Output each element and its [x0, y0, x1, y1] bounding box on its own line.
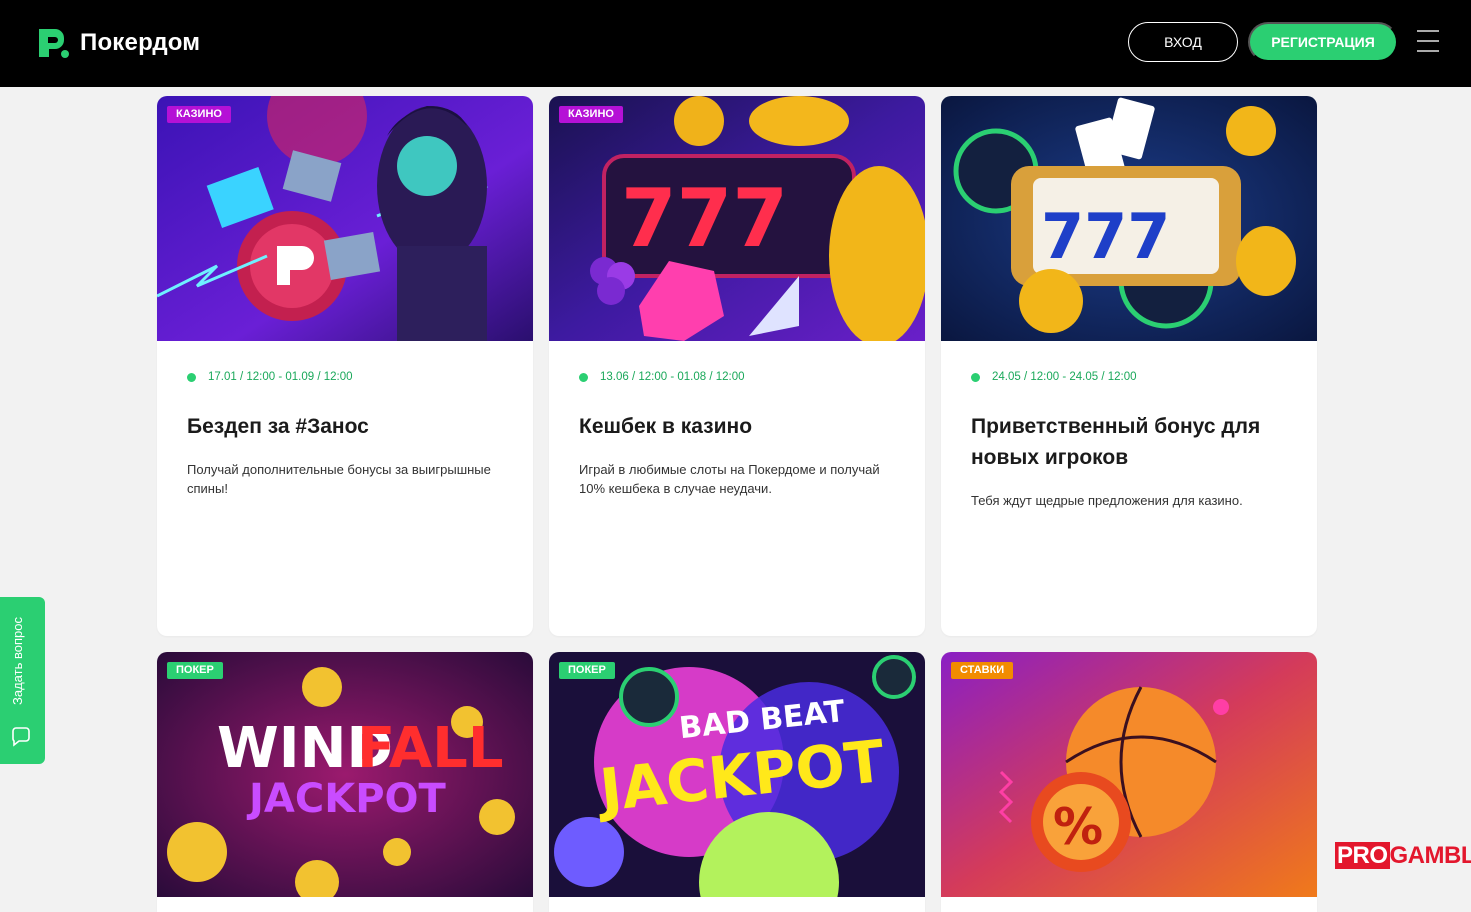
hamburger-menu-icon[interactable]: [1417, 30, 1439, 52]
promo-description: Получай дополнительные бонусы за выигрыш…: [187, 462, 491, 496]
register-button[interactable]: РЕГИСТРАЦИЯ: [1248, 22, 1398, 62]
chat-bubble-icon: [12, 727, 30, 747]
promo-description: Тебя ждут щедрые предложения для казино.: [971, 493, 1243, 508]
watermark-part-gambler: GAMBLER: [1389, 842, 1471, 869]
promo-image: 777 КАЗИНО: [549, 96, 925, 341]
watermark-part-pro: PRO: [1335, 842, 1390, 869]
image-text: JACKPOT: [246, 776, 447, 822]
promo-title[interactable]: Приветственный бонус для новых игроков: [971, 411, 1287, 473]
promo-image: BAD BEAT JACKPOT ПОКЕР: [549, 652, 925, 897]
category-tag: СТАВКИ: [951, 662, 1014, 679]
ask-question-tab[interactable]: Задать вопрос: [0, 597, 45, 764]
category-tag: КАЗИНО: [559, 106, 623, 123]
category-tag: ПОКЕР: [559, 662, 615, 679]
top-header: Покердом ВХОД РЕГИСТРАЦИЯ: [0, 0, 1471, 87]
active-dot-icon: [971, 372, 980, 382]
progambler-watermark: PROGAMBLER: [1335, 842, 1471, 870]
ask-question-label: Задать вопрос: [10, 617, 25, 705]
promo-title[interactable]: Бездеп за #Занос: [187, 411, 503, 442]
promo-date: 24.05 / 12:00 - 24.05 / 12:00: [971, 371, 1287, 383]
promo-date: 17.01 / 12:00 - 01.09 / 12:00: [187, 371, 503, 383]
promo-image: % СТАВКИ: [941, 652, 1317, 897]
date-range: 17.01 / 12:00 - 01.09 / 12:00: [208, 371, 353, 383]
promo-card[interactable]: 777 КАЗИНО 13.06 / 12:00 - 01.08 / 12:00…: [549, 96, 925, 636]
date-range: 24.05 / 12:00 - 24.05 / 12:00: [992, 371, 1137, 383]
promo-title[interactable]: Кешбек в казино: [579, 411, 895, 442]
active-dot-icon: [579, 372, 588, 382]
promo-card[interactable]: WIND FALL JACKPOT ПОКЕР: [157, 652, 533, 912]
promo-card[interactable]: BAD BEAT JACKPOT ПОКЕР: [549, 652, 925, 912]
promo-card[interactable]: КАЗИНО 17.01 / 12:00 - 01.09 / 12:00 Без…: [157, 96, 533, 636]
promo-card[interactable]: 777 24.05 / 12:00 - 24.05 / 12:00 Привет…: [941, 96, 1317, 636]
pokerdom-logo-icon: [39, 29, 69, 58]
image-text: %: [1053, 798, 1103, 856]
svg-text:777: 777: [621, 172, 788, 265]
date-range: 13.06 / 12:00 - 01.08 / 12:00: [600, 371, 745, 383]
promo-image: WIND FALL JACKPOT ПОКЕР: [157, 652, 533, 897]
promo-date: 13.06 / 12:00 - 01.08 / 12:00: [579, 371, 895, 383]
promo-description: Играй в любимые слоты на Покердоме и пол…: [579, 462, 880, 496]
category-tag: КАЗИНО: [167, 106, 231, 123]
svg-text:777: 777: [1041, 200, 1170, 273]
category-tag: ПОКЕР: [167, 662, 223, 679]
login-button[interactable]: ВХОД: [1128, 22, 1238, 62]
promo-image: КАЗИНО: [157, 96, 533, 341]
site-logo[interactable]: Покердом: [36, 27, 200, 59]
promo-image: 777: [941, 96, 1317, 341]
promo-card[interactable]: % СТАВКИ: [941, 652, 1317, 912]
image-text: FALL: [357, 716, 504, 781]
active-dot-icon: [187, 372, 196, 382]
logo-text: Покердом: [80, 29, 201, 56]
